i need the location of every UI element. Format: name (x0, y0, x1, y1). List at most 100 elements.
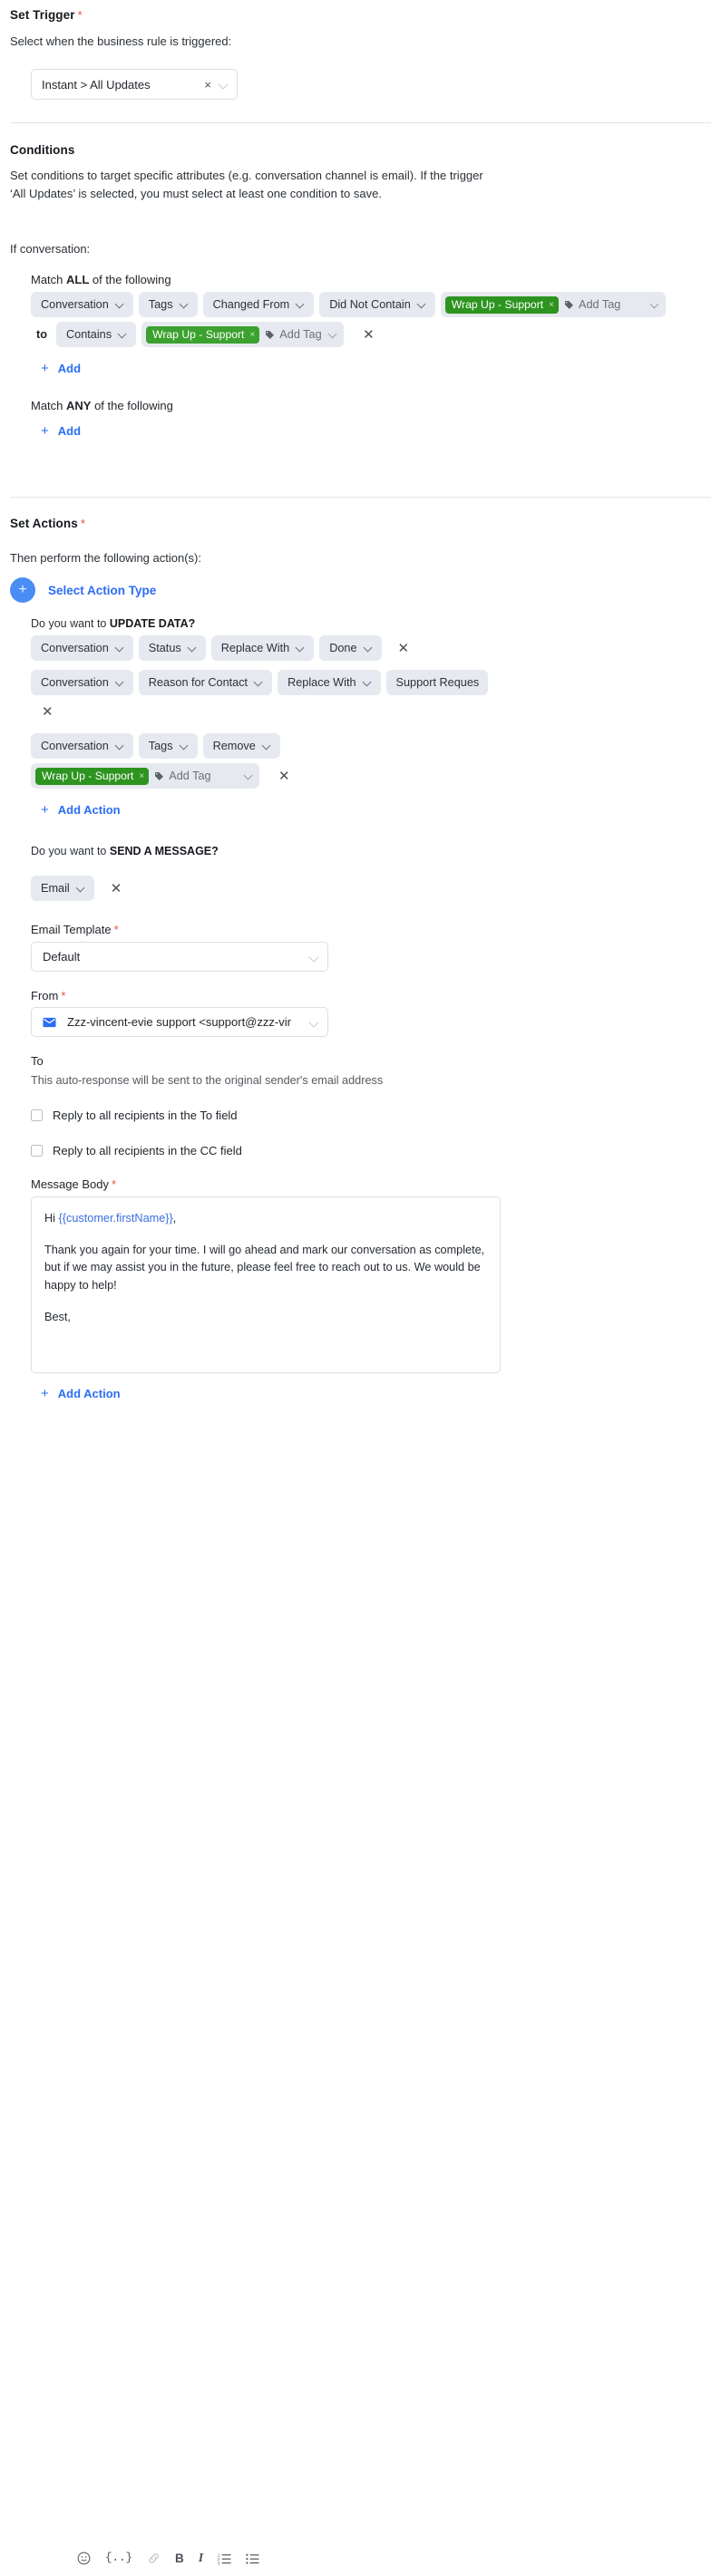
tag-chip-label: Wrap Up - Support (42, 770, 134, 782)
required-asterisk: * (80, 517, 85, 530)
add-all-condition-button[interactable]: + Add (41, 361, 81, 376)
condition-object-value: Conversation (41, 298, 109, 311)
add-action-label: Add Action (57, 803, 121, 817)
match-all-label: Match ALL of the following (31, 273, 171, 286)
email-template-value: Default (43, 950, 81, 964)
delete-action-button[interactable]: ✕ (38, 703, 57, 721)
action-operation-select[interactable]: Replace With (278, 670, 381, 695)
add-tag-label: Add Tag (279, 328, 322, 341)
emoji-icon-svg (77, 2552, 91, 2565)
action-tag-row: Wrap Up - Support × Add Tag ✕ (31, 763, 294, 789)
reply-to-all-to-checkbox[interactable] (31, 1109, 43, 1121)
message-body-content[interactable]: Hi {{customer.firstName}}, Thank you aga… (32, 1197, 500, 1332)
add-tag-placeholder[interactable]: Add Tag (265, 328, 322, 341)
delete-action-button[interactable]: ✕ (275, 768, 294, 785)
send-message-prompt-prefix: Do you want to (31, 845, 110, 857)
reply-to-all-to-label: Reply to all recipients in the To field (53, 1109, 238, 1122)
trigger-select[interactable]: Instant > All Updates × (31, 69, 238, 100)
condition-tag-field[interactable]: Wrap Up - Support × Add Tag (440, 292, 666, 317)
plus-circle-icon[interactable]: + (10, 577, 35, 603)
action-tag-field[interactable]: Wrap Up - Support × Add Tag (31, 763, 259, 789)
chevron-down-icon (296, 644, 306, 654)
action-operation-select[interactable]: Replace With (210, 635, 315, 661)
message-closing: Best, (44, 1310, 71, 1323)
action-row: Conversation Status Replace With Done ✕ (31, 635, 413, 661)
select-action-type-row[interactable]: + Select Action Type (10, 577, 156, 603)
plus-icon: + (41, 1386, 49, 1401)
conditions-title: Conditions (10, 143, 75, 157)
chevron-down-icon[interactable] (244, 771, 254, 781)
remove-tag-icon[interactable]: × (139, 771, 144, 781)
chevron-down-icon[interactable] (650, 300, 660, 310)
bullet-list-icon[interactable] (246, 2552, 259, 2565)
add-action-button-bottom[interactable]: + Add Action (41, 1386, 121, 1401)
condition-operator-select[interactable]: Contains (55, 322, 137, 347)
editor-toolbar: {..} B I 1 2 3 (63, 2542, 532, 2576)
tag-chip[interactable]: Wrap Up - Support × (444, 295, 559, 314)
add-tag-placeholder[interactable]: Add Tag (564, 298, 620, 311)
delete-action-button[interactable]: ✕ (395, 640, 414, 657)
condition-operator-value: Did Not Contain (329, 298, 411, 311)
match-all-prefix: Match (31, 273, 67, 286)
set-actions-title: Set Actions (10, 517, 78, 530)
action-operation-select[interactable]: Remove (202, 733, 280, 759)
match-all-bold: ALL (66, 273, 90, 286)
add-tag-label: Add Tag (579, 298, 621, 311)
chevron-down-icon[interactable] (328, 330, 338, 340)
svg-text:3: 3 (218, 2561, 220, 2565)
required-asterisk: * (77, 8, 83, 22)
chevron-down-icon[interactable] (309, 952, 320, 963)
tag-chip[interactable]: Wrap Up - Support × (146, 325, 260, 344)
delete-send-message-button[interactable]: ✕ (107, 880, 126, 897)
action-value-input[interactable]: Support Reques (385, 670, 488, 695)
action-value-select[interactable]: Done (319, 635, 382, 661)
action-attribute-select[interactable]: Tags (138, 733, 198, 759)
set-trigger-title: Set Trigger (10, 8, 75, 22)
chevron-down-icon (115, 678, 125, 688)
delete-condition-button[interactable]: ✕ (359, 326, 378, 344)
reply-to-all-cc-checkbox[interactable] (31, 1145, 43, 1157)
action-object-select[interactable]: Conversation (31, 635, 133, 661)
condition-event-select[interactable]: Changed From (202, 292, 315, 317)
chevron-down-icon[interactable] (219, 79, 229, 90)
italic-icon[interactable]: I (199, 2552, 203, 2565)
remove-tag-icon[interactable]: × (249, 330, 255, 340)
message-body-editor[interactable]: Hi {{customer.firstName}}, Thank you aga… (31, 1196, 501, 2565)
variable-icon[interactable]: {..} (105, 2552, 132, 2564)
add-action-button[interactable]: + Add Action (41, 802, 121, 818)
remove-tag-icon[interactable]: × (549, 300, 554, 310)
action-object-select[interactable]: Conversation (31, 733, 133, 759)
reply-to-all-to-checkbox-row[interactable]: Reply to all recipients in the To field (31, 1109, 238, 1122)
ordered-list-icon[interactable]: 1 2 3 (218, 2552, 231, 2565)
select-action-type-label[interactable]: Select Action Type (48, 584, 156, 597)
action-object-select[interactable]: Conversation (31, 670, 133, 695)
add-tag-placeholder[interactable]: Add Tag (154, 770, 211, 782)
action-attribute-select[interactable]: Status (138, 635, 206, 661)
send-channel-value: Email (41, 882, 70, 895)
action-attribute-select[interactable]: Reason for Contact (138, 670, 273, 695)
reply-to-all-cc-checkbox-row[interactable]: Reply to all recipients in the CC field (31, 1144, 242, 1157)
condition-object-select[interactable]: Conversation (31, 292, 133, 317)
email-template-field-label: Email Template * (31, 923, 119, 936)
condition-tag-field[interactable]: Wrap Up - Support × Add Tag (141, 322, 345, 347)
clear-trigger-icon[interactable]: × (199, 79, 217, 91)
condition-operator-select[interactable]: Did Not Contain (319, 292, 435, 317)
bold-icon[interactable]: B (175, 2552, 184, 2565)
link-icon[interactable] (147, 2552, 161, 2565)
add-any-condition-button[interactable]: + Add (41, 423, 81, 439)
email-template-select[interactable]: Default (31, 942, 328, 972)
update-data-prompt: Do you want to UPDATE DATA? (31, 617, 195, 630)
match-any-bold: ANY (66, 399, 92, 412)
condition-attribute-select[interactable]: Tags (138, 292, 198, 317)
link-icon-svg (149, 2553, 159, 2563)
message-greeting: Hi {{customer.firstName}}, (44, 1210, 487, 1228)
tag-chip[interactable]: Wrap Up - Support × (35, 767, 150, 785)
to-label: To (31, 1054, 44, 1068)
from-select[interactable]: Zzz-vincent-evie support <support@zzz-vi… (31, 1007, 328, 1037)
condition-row: to Contains Wrap Up - Support × Add Tag ✕ (36, 322, 378, 347)
chevron-down-icon (254, 678, 264, 688)
action-row: Conversation Tags Remove (31, 733, 280, 759)
emoji-icon[interactable] (77, 2552, 91, 2565)
send-channel-select[interactable]: Email (31, 876, 94, 901)
chevron-down-icon[interactable] (309, 1017, 320, 1028)
